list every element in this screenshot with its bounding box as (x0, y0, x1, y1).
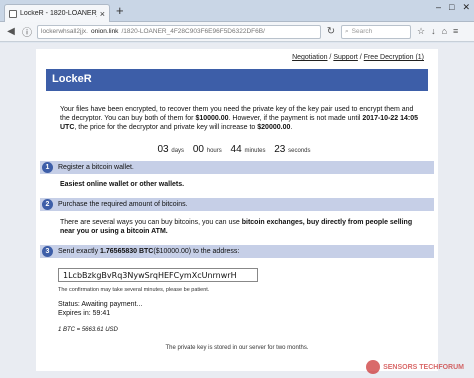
intro-part: . However, if the payment is not made un… (228, 115, 363, 122)
countdown-hours: 00 (192, 144, 204, 155)
step-title: Purchase the required amount of bitcoins… (58, 201, 188, 208)
search-input[interactable]: ⌕ Search (341, 24, 411, 39)
top-links: Negotiation / Support / Free Decryption … (292, 54, 424, 61)
nav-bar: ◀ ⓘ lockerwhsall2jjx. onion.link/1820-LOA… (0, 22, 474, 42)
countdown-minutes: 44 (230, 144, 242, 155)
confirmation-note: The confirmation may take several minute… (58, 287, 210, 293)
countdown-timer: 03 days 00 hours 44 minutes 23 seconds (36, 144, 438, 155)
countdown-days: 03 (157, 144, 169, 155)
btc-address-field[interactable]: 1LcbBzkgBvRq3NywSrqHEFCymXcUnrnwrH (58, 268, 258, 282)
step-1-text: Easiest online wallet or other wallets. (60, 180, 420, 189)
tab-title: LockeR - 1820-LOANER_4... (20, 10, 97, 17)
btc-amount: 1.76565830 BTC (100, 248, 154, 255)
intro-text: Your files have been encrypted, to recov… (60, 105, 420, 132)
step-2-text: There are several ways you can buy bitco… (60, 218, 420, 236)
support-link[interactable]: Support (333, 54, 358, 61)
free-decryption-link[interactable]: Free Decryption (1) (364, 54, 424, 61)
step-number: 1 (42, 162, 53, 173)
days-label: days (171, 148, 185, 154)
tab-bar: LockeR - 1820-LOANER_4... × + – □ ✕ (0, 0, 474, 22)
intro-price-increased: $20000.00 (257, 124, 291, 131)
menu-icon[interactable]: ≡ (453, 26, 458, 37)
step-title: ($10000.00) to the address: (153, 248, 240, 255)
countdown-seconds: 23 (274, 144, 286, 155)
search-placeholder: Search (351, 28, 373, 35)
back-icon[interactable]: ◀ (5, 26, 17, 37)
page-viewport: Negotiation / Support / Free Decryption … (0, 43, 474, 378)
watermark-text: SENSORS TECHFORUM (383, 363, 464, 371)
close-tab-icon[interactable]: × (100, 9, 105, 19)
page-title: LockeR (46, 69, 428, 91)
url-bar[interactable]: lockerwhsall2jjx. onion.link/1820-LOANER_… (37, 24, 321, 39)
toolbar-icons: ☆ ↓ ⌂ ≡ (417, 26, 458, 37)
intro-part: , the price for the decryptor and privat… (74, 124, 258, 131)
page-icon (9, 9, 17, 18)
ransom-card: Negotiation / Support / Free Decryption … (36, 49, 438, 371)
new-tab-button[interactable]: + (116, 4, 124, 17)
browser-tab[interactable]: LockeR - 1820-LOANER_4... × (4, 4, 110, 22)
negotiation-link[interactable]: Negotiation (292, 54, 327, 61)
search-icon: ⌕ (345, 27, 349, 35)
maximize-icon[interactable]: □ (449, 2, 454, 13)
site-info-icon[interactable]: ⓘ (21, 24, 33, 39)
wallet-link[interactable]: Easiest online wallet or other wallets. (60, 181, 184, 188)
exchange-rate: 1 BTC = 5663.61 USD (58, 327, 118, 333)
minimize-icon[interactable]: – (436, 2, 441, 13)
hours-label: hours (206, 148, 222, 154)
url-path: /1820-LOANER_4F28C903F6E96F5D6322DF6B/ (121, 28, 265, 35)
step-1-header: 1 Register a bitcoin wallet. (40, 161, 434, 174)
step-number: 3 (42, 246, 53, 257)
footer-note: The private key is stored in our server … (165, 345, 309, 351)
intro-price: $10000.00 (195, 115, 229, 122)
expires-text: Expires in: 59:41 (58, 310, 111, 317)
status-text: Status: Awaiting payment... (58, 301, 143, 308)
step-title: Send exactly (58, 248, 99, 255)
step-title: Register a bitcoin wallet. (58, 164, 134, 171)
seconds-label: seconds (288, 148, 311, 154)
watermark: SENSORS TECHFORUM (366, 360, 464, 374)
window-controls: – □ ✕ (436, 2, 470, 13)
logo-icon (366, 360, 381, 374)
reload-icon[interactable]: ↻ (325, 26, 337, 37)
url-domain: onion.link (90, 28, 119, 35)
url-prefix: lockerwhsall2jjx. (41, 28, 88, 35)
minutes-label: minutes (244, 148, 266, 154)
step-2-text-part: There are several ways you can buy bitco… (60, 219, 242, 226)
bookmark-star-icon[interactable]: ☆ (417, 26, 425, 37)
intro-part: . (290, 124, 293, 131)
step-3-header: 3 Send exactly 1.76565830 BTC ($10000.00… (40, 245, 434, 258)
downloads-icon[interactable]: ↓ (431, 26, 436, 37)
step-2-header: 2 Purchase the required amount of bitcoi… (40, 198, 434, 211)
payment-status: Status: Awaiting payment... Expires in: … (58, 300, 142, 318)
home-icon[interactable]: ⌂ (442, 26, 447, 37)
close-window-icon[interactable]: ✕ (462, 2, 470, 13)
step-number: 2 (42, 199, 53, 210)
